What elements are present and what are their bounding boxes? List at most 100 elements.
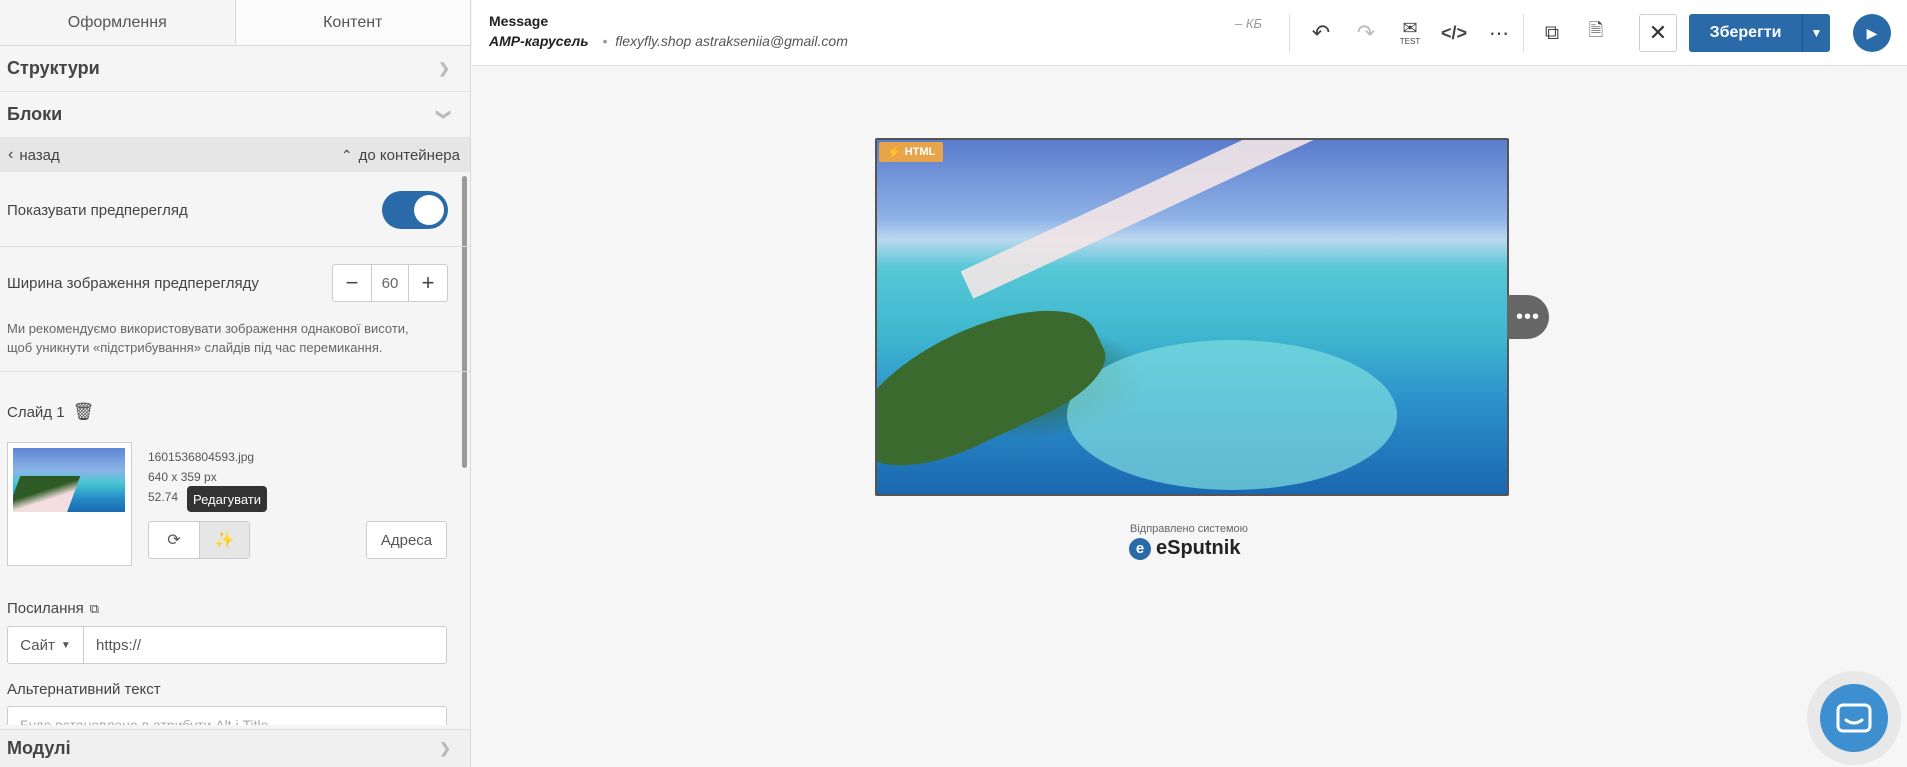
preview-toggle-row: Показувати предперегляд	[0, 174, 470, 246]
file-braces-icon: 🗎	[1588, 20, 1604, 40]
link-label: Посилання	[7, 600, 84, 617]
tab-design[interactable]: Оформлення	[0, 0, 236, 45]
chevron-up-icon: ⌃	[340, 146, 353, 163]
message-size: – КБ	[1235, 16, 1262, 31]
esputnik-logo: e eSputnik	[1129, 537, 1240, 560]
back-link[interactable]: ‹ назад	[8, 146, 60, 164]
blocks-label: Блоки	[7, 104, 63, 124]
file-dimensions: 640 x 359 px	[148, 470, 217, 484]
chevron-down-icon: ▼	[1810, 26, 1823, 40]
more-icon: •••	[1515, 305, 1540, 328]
chevron-right-icon: ❯	[439, 740, 451, 756]
alt-text-label: Альтернативний текст	[7, 681, 161, 698]
save-button[interactable]: Зберегти	[1689, 14, 1802, 52]
message-title: Message	[489, 13, 549, 29]
trash-icon[interactable]: 🗑	[73, 402, 95, 422]
preview-width-row: Ширина зображення предперегляду − 60 +	[0, 247, 470, 319]
brand-name: eSputnik	[1156, 537, 1241, 559]
test-send-button[interactable]: ✉ TEST	[1391, 14, 1429, 52]
block-options-button[interactable]: •••	[1507, 295, 1549, 339]
accordion-modules[interactable]: Модулі ❯	[0, 729, 470, 767]
sent-by-text: Відправлено системою	[1130, 523, 1248, 535]
copy-icon: ⧉	[1544, 21, 1560, 44]
save-options-dropdown[interactable]: ▼	[1802, 14, 1830, 52]
refresh-icon: ⟳	[167, 532, 181, 549]
accordion-blocks[interactable]: Блоки ❯	[0, 92, 470, 138]
block-settings: Показувати предперегляд Ширина зображенн…	[0, 174, 470, 725]
caret-down-icon: ▼	[60, 639, 71, 651]
slide-title: Слайд 1	[7, 403, 65, 421]
preview-play-button[interactable]: ▶	[1853, 14, 1891, 52]
link-type-value: Сайт	[20, 636, 55, 654]
accordion-structures[interactable]: Структури ❯	[0, 46, 470, 92]
copy-template-button[interactable]: ⧉	[1533, 14, 1571, 52]
chevron-left-icon: ‹	[8, 146, 14, 163]
message-subtitle: АМР-карусель • flexyfly.shop astraksenii…	[489, 33, 848, 49]
undo-icon: ↶	[1311, 20, 1331, 45]
preview-width-label: Ширина зображення предперегляду	[7, 274, 259, 292]
link-label-row: Посилання ⧉	[7, 600, 99, 617]
html-badge-label: HTML	[904, 146, 936, 158]
copy-icon[interactable]: ⧉	[90, 601, 99, 617]
redo-button[interactable]: ↷	[1347, 14, 1385, 52]
back-label: назад	[19, 146, 60, 164]
html-badge: ⚡ HTML	[879, 142, 944, 162]
tab-content[interactable]: Контент	[235, 0, 470, 45]
close-button[interactable]: ✕	[1639, 14, 1677, 52]
editor-toolbar: Message АМР-карусель • flexyfly.shop ast…	[472, 0, 1907, 66]
panel-tabs: Оформлення Контент	[0, 0, 470, 46]
code-view-button[interactable]: </>	[1435, 14, 1473, 52]
link-input-group: Сайт ▼	[7, 626, 447, 664]
chevron-down-icon: ❯	[436, 108, 453, 121]
undo-button[interactable]: ↶	[1302, 14, 1340, 52]
message-name: АМР-карусель	[489, 33, 589, 49]
close-icon: ✕	[1648, 20, 1668, 45]
lagoon-shape	[1067, 340, 1397, 490]
chat-icon	[1836, 703, 1872, 733]
structures-label: Структури	[7, 58, 100, 78]
play-icon: ▶	[1866, 24, 1878, 41]
edit-image-button[interactable]: ✨	[199, 522, 249, 558]
test-label: TEST	[1399, 37, 1421, 46]
chevron-right-icon: ❯	[438, 60, 450, 76]
to-container-link[interactable]: ⌃ до контейнера	[341, 147, 460, 164]
address-button[interactable]: Адреса	[366, 521, 447, 559]
navigation-bar: ‹ назад ⌃ до контейнера	[0, 138, 470, 172]
lightning-icon: ⚡	[887, 146, 901, 159]
esputnik-logo-icon: e	[1129, 537, 1151, 560]
sender-info: flexyfly.shop astrakseniia@gmail.com	[615, 33, 848, 49]
preview-width-value[interactable]: 60	[371, 265, 409, 301]
hint-text: Ми рекомендуємо використовувати зображен…	[7, 321, 409, 355]
envelope-icon: ✉	[1402, 18, 1418, 38]
chat-button[interactable]	[1820, 684, 1888, 752]
island-shape	[877, 280, 1119, 490]
more-options-button[interactable]: ⋯	[1480, 14, 1518, 52]
preview-toggle[interactable]	[382, 191, 448, 229]
carousel-image[interactable]: ⚡ HTML	[875, 138, 1509, 496]
code-icon: </>	[1440, 22, 1468, 43]
link-url-input[interactable]	[84, 627, 446, 663]
edit-tooltip: Редагувати	[187, 486, 267, 512]
left-panel: Оформлення Контент Структури ❯ Блоки ❯ ‹…	[0, 0, 471, 767]
preview-label: Показувати предперегляд	[7, 201, 188, 219]
alt-text-input[interactable]: Буде встановлено в атрибути Alt і Title	[7, 706, 447, 725]
to-container-label: до контейнера	[358, 146, 460, 164]
replace-image-button[interactable]: ⟳	[149, 522, 199, 558]
divider	[1523, 14, 1524, 52]
preview-width-stepper: − 60 +	[332, 264, 448, 302]
sandbar-shape	[960, 140, 1354, 299]
divider	[1289, 14, 1290, 52]
dynamic-content-button[interactable]: 🗎	[1577, 14, 1615, 52]
chat-widget	[1807, 671, 1901, 765]
modules-label: Модулі	[7, 738, 71, 758]
link-type-select[interactable]: Сайт ▼	[8, 627, 84, 663]
file-name: 1601536804593.jpg	[148, 450, 255, 464]
slide-header: Слайд 1 🗑	[7, 402, 94, 422]
slide-thumbnail-box[interactable]	[7, 442, 132, 566]
image-actions: ⟳ ✨	[148, 521, 250, 559]
decrement-button[interactable]: −	[333, 265, 371, 301]
save-button-group: Зберегти ▼	[1689, 14, 1830, 52]
more-icon: ⋯	[1489, 22, 1509, 45]
increment-button[interactable]: +	[409, 265, 447, 301]
redo-icon: ↷	[1356, 20, 1376, 45]
